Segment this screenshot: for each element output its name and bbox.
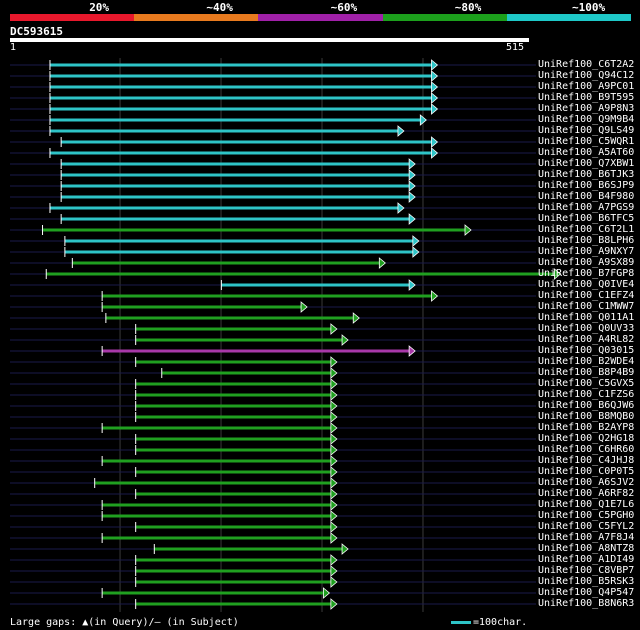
hit-id-link[interactable]: UniRef100_C5GVX5 [538,378,634,389]
hit-id-link[interactable]: UniRef100_A7F8J4 [538,532,634,543]
hit-id-link[interactable]: UniRef100_B6QJW6 [538,400,634,411]
hit-id-link[interactable]: UniRef100_A4RL82 [538,334,634,345]
hit-id-link[interactable]: UniRef100_C5FYL2 [538,521,634,532]
hit-id-link[interactable]: UniRef100_C0P0T5 [538,466,634,477]
hit-id-link[interactable]: UniRef100_B8MQB0 [538,411,634,422]
hit-id-link[interactable]: UniRef100_B6TFC5 [538,213,634,224]
hit-id-link[interactable]: UniRef100_B8N6R3 [538,598,634,609]
hit-id-link[interactable]: UniRef100_A9PC01 [538,81,634,92]
hit-id-link[interactable]: UniRef100_A9P8N3 [538,103,634,114]
hit-id-link[interactable]: UniRef100_B8LPH6 [538,235,634,246]
scale-label: =100char. [473,617,528,628]
hit-id-link[interactable]: UniRef100_Q1E7L6 [538,499,634,510]
hit-id-link[interactable]: UniRef100_A6SJV2 [538,477,634,488]
hit-id-link[interactable]: UniRef100_C1FZS6 [538,389,634,400]
hit-id-link[interactable]: UniRef100_A9NXY7 [538,246,634,257]
hit-id-link[interactable]: UniRef100_B7FGP8 [538,268,634,279]
hit-id-link[interactable]: UniRef100_B5RSK3 [538,576,634,587]
hit-id-link[interactable]: UniRef100_A5AT60 [538,147,634,158]
hit-id-link[interactable]: UniRef100_B6SJP9 [538,180,634,191]
scale-bar [451,621,471,624]
hit-id-link[interactable]: UniRef100_C6T2A2 [538,59,634,70]
hit-id-link[interactable]: UniRef100_C6HR60 [538,444,634,455]
hit-id-link[interactable]: UniRef100_Q011A1 [538,312,634,323]
hit-id-link[interactable]: UniRef100_C1EFZ4 [538,290,634,301]
hit-id-link[interactable]: UniRef100_B8P4B9 [538,367,634,378]
hit-id-link[interactable]: UniRef100_Q03015 [538,345,634,356]
hit-id-link[interactable]: UniRef100_Q4P547 [538,587,634,598]
hit-id-link[interactable]: UniRef100_C1MWW7 [538,301,634,312]
hit-id-link[interactable]: UniRef100_Q0UV33 [538,323,634,334]
hit-id-link[interactable]: UniRef100_A1DI49 [538,554,634,565]
hit-id-link[interactable]: UniRef100_Q94C12 [538,70,634,81]
hit-id-link[interactable]: UniRef100_Q7XBW1 [538,158,634,169]
hit-id-link[interactable]: UniRef100_C4JHJ8 [538,455,634,466]
hit-list: UniRef100_C6T2A2 UniRef100_Q94C12 UniRef10… [0,0,640,630]
hit-id-link[interactable]: UniRef100_C8VBP7 [538,565,634,576]
hit-id-link[interactable]: UniRef100_C5WQR1 [538,136,634,147]
hit-id-link[interactable]: UniRef100_Q9LS49 [538,125,634,136]
footer-gaps-legend: Large gaps: ▲(in Query)/— (in Subject) [10,617,239,628]
hit-id-link[interactable]: UniRef100_B2AYP8 [538,422,634,433]
hit-id-link[interactable]: UniRef100_A6RF82 [538,488,634,499]
hit-id-link[interactable]: UniRef100_C6T2L1 [538,224,634,235]
hit-id-link[interactable]: UniRef100_B4F980 [538,191,634,202]
hit-id-link[interactable]: UniRef100_A9SX89 [538,257,634,268]
hit-id-link[interactable]: UniRef100_Q0IVE4 [538,279,634,290]
hit-id-link[interactable]: UniRef100_A7PGS9 [538,202,634,213]
hit-id-link[interactable]: UniRef100_Q9M9B4 [538,114,634,125]
hit-id-link[interactable]: UniRef100_B9T595 [538,92,634,103]
hit-id-link[interactable]: UniRef100_B6TJK3 [538,169,634,180]
hit-id-link[interactable]: UniRef100_A8NTZ8 [538,543,634,554]
hit-id-link[interactable]: UniRef100_C5PGH0 [538,510,634,521]
hit-id-link[interactable]: UniRef100_B2WDE4 [538,356,634,367]
hit-id-link[interactable]: UniRef100_Q2HG18 [538,433,634,444]
